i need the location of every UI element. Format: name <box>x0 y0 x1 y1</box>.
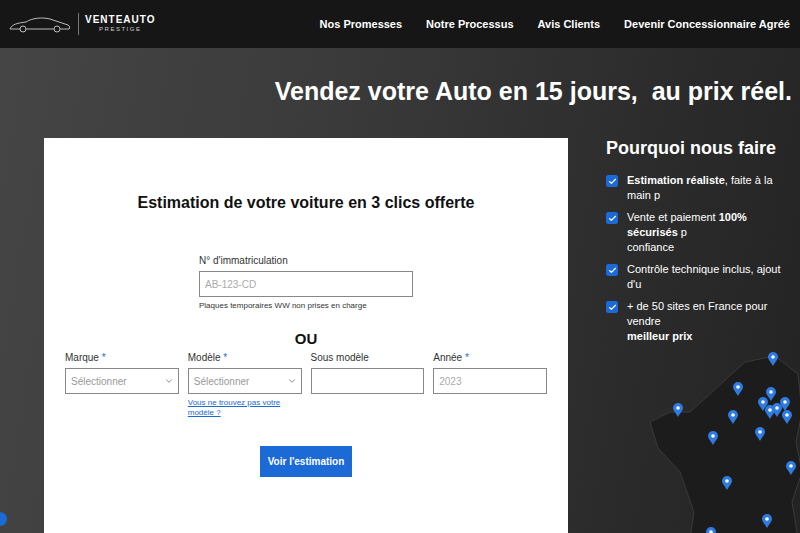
nav-bar: VENTEAUTOPRESTIGE Nos Promesses Notre Proc… <box>0 0 800 48</box>
map-pin-icon[interactable] <box>722 476 732 490</box>
plate-input[interactable] <box>199 271 413 297</box>
field: Marque * Sélectionner <box>65 351 179 418</box>
benefit-text-part: p <box>678 226 687 238</box>
chevron-down-icon <box>287 376 297 386</box>
required-mark: * <box>99 352 106 363</box>
field-label: Modèle * <box>188 351 302 365</box>
benefit-text-part: meilleur prix <box>627 330 692 342</box>
map-pin-icon[interactable] <box>786 461 796 475</box>
estimate-card: Estimation de votre voiture en 3 clics o… <box>44 138 568 533</box>
france-map <box>650 352 800 533</box>
plate-label: N° d'immatriculation <box>199 254 413 268</box>
field: Modèle * Sélectionner Vous ne trouvez pas … <box>188 351 302 418</box>
select-placeholder: Sélectionner <box>71 376 127 387</box>
benefit-line: Estimation réaliste, faite à la main p <box>627 173 796 203</box>
benefits-list: Estimation réaliste, faite à la main p Ve… <box>606 173 800 344</box>
map-pin-icon[interactable] <box>733 382 743 396</box>
benefit-text: Contrôle technique inclus, ajout d'u <box>627 262 796 292</box>
logo-text: VENTEAUTOPRESTIGE <box>85 14 156 33</box>
map-pin-icon[interactable] <box>673 403 683 417</box>
logo-name: VENTEAUTO <box>85 14 156 26</box>
check-icon <box>608 303 617 312</box>
plate-hint: Plaques temporaires WW non prises en cha… <box>199 301 413 310</box>
select-box[interactable]: Sélectionner <box>65 368 179 394</box>
map-pin-icon[interactable] <box>768 352 778 366</box>
car-logo-icon <box>8 15 72 33</box>
select-placeholder: Sélectionner <box>194 376 250 387</box>
benefit-text-part: + de 50 sites en France pour vendre <box>627 300 767 327</box>
map-pin-icon[interactable] <box>706 527 716 533</box>
nav-link[interactable]: Nos Promesses <box>320 18 403 30</box>
map-pin-icon[interactable] <box>765 405 775 419</box>
card-title: Estimation de votre voiture en 3 clics o… <box>138 194 475 212</box>
model-link[interactable]: Vous ne trouvez pas votre modèle ? <box>188 398 302 418</box>
map-pin-icon[interactable] <box>755 427 765 441</box>
benefits-panel: Pourquoi nous faire Estimation réaliste, … <box>606 138 800 533</box>
check-icon <box>608 214 617 223</box>
benefit-line: confiance <box>627 240 796 255</box>
benefit-text-part: confiance <box>627 241 674 253</box>
map-pin-icon[interactable] <box>782 410 792 424</box>
benefit-text: + de 50 sites en France pour vendre meill… <box>627 299 796 344</box>
checkbox <box>606 264 618 276</box>
logo[interactable]: VENTEAUTOPRESTIGE <box>8 13 156 35</box>
select-box[interactable]: Sélectionner <box>188 368 302 394</box>
benefit-item: Contrôle technique inclus, ajout d'u <box>606 262 796 292</box>
map-pin-icon[interactable] <box>728 410 738 424</box>
benefit-text: Estimation réaliste, faite à la main p <box>627 173 796 203</box>
field: Année * <box>433 351 547 418</box>
submit-button[interactable]: Voir l'estimation <box>260 446 353 477</box>
checkbox <box>606 301 618 313</box>
benefit-item: Vente et paiement 100% sécurisés pconfia… <box>606 210 796 255</box>
field-label: Année * <box>433 351 547 365</box>
field: Sous modèle <box>311 351 425 418</box>
required-mark: * <box>221 352 228 363</box>
check-icon <box>608 266 617 275</box>
map-pin-icon[interactable] <box>708 431 718 445</box>
benefit-line: + de 50 sites en France pour vendre <box>627 299 796 329</box>
field-row: Marque * Sélectionner Modèle * Sélectionner… <box>65 351 547 418</box>
text-input[interactable] <box>433 368 547 394</box>
nav-link[interactable]: Avis Clients <box>538 18 601 30</box>
page: VENTEAUTOPRESTIGE Nos Promesses Notre Proc… <box>0 0 800 533</box>
required-mark: * <box>462 352 469 363</box>
field-label: Sous modèle <box>311 351 425 365</box>
hero-title: Vendez votre Auto en 15 jours, au prix r… <box>0 48 800 108</box>
map-pin-icon[interactable] <box>762 514 772 528</box>
benefit-item: + de 50 sites en France pour vendre meill… <box>606 299 796 344</box>
france-map-icon <box>650 352 800 533</box>
checkbox <box>606 175 618 187</box>
benefit-text-part: Estimation réaliste <box>627 174 725 186</box>
checkbox <box>606 212 618 224</box>
nav-link[interactable]: Devenir Concessionnaire Agréé <box>624 18 790 30</box>
field-label: Marque * <box>65 351 179 365</box>
separator: OU <box>295 330 318 347</box>
plate-group: N° d'immatriculation Plaques temporaires … <box>199 254 413 310</box>
benefit-text: Vente et paiement 100% sécurisés pconfia… <box>627 210 796 255</box>
hero: Vendez votre Auto en 15 jours, au prix r… <box>0 48 800 533</box>
nav-link[interactable]: Notre Processus <box>426 18 513 30</box>
benefit-line: Contrôle technique inclus, ajout d'u <box>627 262 796 292</box>
benefit-text-part: Vente et paiement <box>627 211 719 223</box>
benefit-line: Vente et paiement 100% sécurisés p <box>627 210 796 240</box>
hero-body: Estimation de votre voiture en 3 clics o… <box>0 138 800 533</box>
benefit-line: meilleur prix <box>627 329 796 344</box>
map-pin-icon[interactable] <box>766 387 776 401</box>
nav-links: Nos Promesses Notre Processus Avis Clients… <box>320 18 790 30</box>
check-icon <box>608 177 617 186</box>
chevron-down-icon <box>164 376 174 386</box>
logo-divider <box>78 13 79 35</box>
benefits-title: Pourquoi nous faire <box>606 138 800 159</box>
logo-tagline: PRESTIGE <box>99 26 141 33</box>
text-input[interactable] <box>311 368 425 394</box>
benefit-item: Estimation réaliste, faite à la main p <box>606 173 796 203</box>
benefit-text-part: Contrôle technique inclus, ajout d'u <box>627 263 780 290</box>
